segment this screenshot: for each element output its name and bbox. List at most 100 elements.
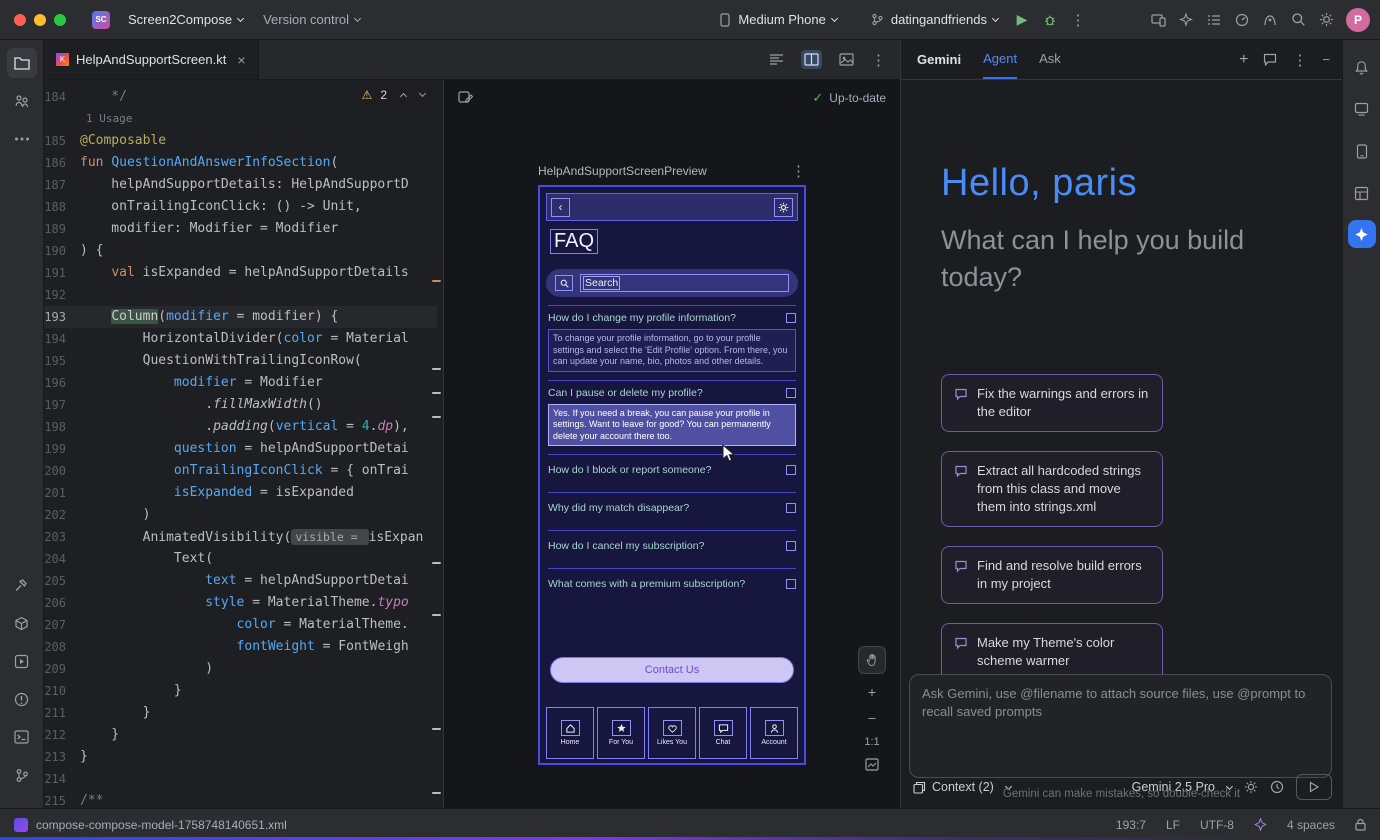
- tab-agent[interactable]: Agent: [983, 40, 1017, 79]
- faq-question-row[interactable]: How do I block or report someone?: [548, 461, 796, 479]
- nav-item-account[interactable]: Account: [750, 707, 798, 759]
- code-line[interactable]: 194 HorizontalDivider(color = Material: [44, 328, 437, 350]
- design-view-button[interactable]: [836, 50, 857, 69]
- settings-gear-icon[interactable]: [774, 198, 793, 217]
- code-line[interactable]: 188 onTrailingIconClick: () -> Unit,: [44, 196, 437, 218]
- code-view-button[interactable]: [766, 50, 787, 69]
- back-icon[interactable]: ‹: [551, 198, 570, 217]
- pull-requests-tool-button[interactable]: [7, 86, 37, 116]
- code-line[interactable]: 195 QuestionWithTrailingIconRow(: [44, 350, 437, 372]
- code-line[interactable]: 191 val isExpanded = helpAndSupportDetai…: [44, 262, 437, 284]
- run-button[interactable]: ▶: [1008, 6, 1036, 34]
- search-input[interactable]: Search: [580, 274, 789, 292]
- code-line[interactable]: 201 isExpanded = isExpanded: [44, 482, 437, 504]
- minimize-window-button[interactable]: [34, 14, 46, 26]
- code-line[interactable]: 193 Column(modifier = modifier) {: [44, 306, 437, 328]
- profiler-icon[interactable]: [1228, 6, 1256, 34]
- nav-item-chat[interactable]: Chat: [699, 707, 747, 759]
- preview-options-kebab[interactable]: ⋮: [791, 162, 806, 180]
- layout-inspector-icon[interactable]: [1347, 178, 1377, 208]
- expand-icon[interactable]: [786, 313, 796, 323]
- zoom-to-fit-button[interactable]: [865, 758, 879, 771]
- code-line[interactable]: 215/**: [44, 790, 437, 808]
- split-view-button[interactable]: [801, 50, 822, 69]
- debug-button[interactable]: [1036, 6, 1064, 34]
- code-line[interactable]: 198 .padding(vertical = 4.dp),: [44, 416, 437, 438]
- faq-question-row[interactable]: Why did my match disappear?: [548, 499, 796, 517]
- code-line[interactable]: 187 helpAndSupportDetails: HelpAndSuppor…: [44, 174, 437, 196]
- tab-ask[interactable]: Ask: [1039, 40, 1061, 79]
- line-separator[interactable]: LF: [1166, 818, 1180, 832]
- close-tab-icon[interactable]: ×: [237, 52, 245, 68]
- code-editor[interactable]: ⚠ 2 184 */1 Usage185@Composable186fun Qu…: [44, 80, 443, 808]
- gemini-input-box[interactable]: Ask Gemini, use @filename to attach sour…: [909, 674, 1332, 778]
- faq-question-row[interactable]: How do I change my profile information?: [548, 309, 796, 327]
- app-insights-icon[interactable]: [1256, 6, 1284, 34]
- code-line[interactable]: 189 modifier: Modifier = Modifier: [44, 218, 437, 240]
- inspections-widget[interactable]: ⚠ 2: [356, 86, 431, 104]
- indent-config[interactable]: 4 spaces: [1287, 818, 1335, 832]
- nav-item-likes-you[interactable]: Likes You: [648, 707, 696, 759]
- faq-question-row[interactable]: Can I pause or delete my profile?: [548, 384, 796, 402]
- code-line[interactable]: 199 question = helpAndSupportDetai: [44, 438, 437, 460]
- ui-check-icon[interactable]: [458, 91, 473, 106]
- device-mirroring-icon[interactable]: [1144, 6, 1172, 34]
- code-line[interactable]: 206 style = MaterialTheme.typo: [44, 592, 437, 614]
- code-line[interactable]: 211 }: [44, 702, 437, 724]
- status-file[interactable]: compose-compose-model-1758748140651.xml: [14, 818, 287, 832]
- suggestion-card[interactable]: Make my Theme's color scheme warmer: [941, 623, 1163, 681]
- gemini-options-kebab[interactable]: ⋮: [1292, 51, 1307, 69]
- version-control-menu[interactable]: Version control: [253, 6, 370, 34]
- ai-status-icon[interactable]: [1254, 818, 1267, 831]
- suggestion-card[interactable]: Find and resolve build errors in my proj…: [941, 546, 1163, 604]
- search-bar[interactable]: Search: [546, 269, 798, 297]
- project-tool-button[interactable]: [7, 48, 37, 78]
- suggestion-card[interactable]: Fix the warnings and errors in the edito…: [941, 374, 1163, 432]
- code-line[interactable]: 185@Composable: [44, 130, 437, 152]
- code-line[interactable]: 204 Text(: [44, 548, 437, 570]
- avatar[interactable]: P: [1346, 8, 1370, 32]
- suggestion-card[interactable]: Extract all hardcoded strings from this …: [941, 451, 1163, 527]
- expand-icon[interactable]: [786, 388, 796, 398]
- code-line[interactable]: 213}: [44, 746, 437, 768]
- project-menu[interactable]: Screen2Compose: [118, 6, 253, 34]
- faq-question-row[interactable]: How do I cancel my subscription?: [548, 537, 796, 555]
- git-tool-button[interactable]: [7, 760, 37, 790]
- code-line[interactable]: 208 fontWeight = FontWeigh: [44, 636, 437, 658]
- zoom-in-button[interactable]: +: [868, 684, 876, 700]
- settings-icon[interactable]: [1312, 6, 1340, 34]
- code-line[interactable]: 202 ): [44, 504, 437, 526]
- problems-tool-button[interactable]: [7, 684, 37, 714]
- expand-icon[interactable]: [786, 465, 796, 475]
- zoom-ratio-button[interactable]: 1:1: [864, 736, 879, 748]
- code-line[interactable]: 200 onTrailingIconClick = { onTrai: [44, 460, 437, 482]
- phone-preview[interactable]: ‹ FAQ Search How do I change my profile …: [538, 185, 806, 765]
- code-line[interactable]: 210 }: [44, 680, 437, 702]
- code-line[interactable]: 203 AnimatedVisibility(visible = isExpan: [44, 526, 437, 548]
- code-line[interactable]: 186fun QuestionAndAnswerInfoSection(: [44, 152, 437, 174]
- code-line[interactable]: 192: [44, 284, 437, 306]
- ai-chats-icon[interactable]: [1347, 94, 1377, 124]
- preview-sync-status[interactable]: ✓ Up-to-date: [812, 90, 886, 106]
- conversations-icon[interactable]: [1263, 53, 1277, 66]
- code-line[interactable]: 1 Usage: [44, 108, 437, 130]
- lock-icon[interactable]: [1355, 818, 1366, 831]
- ai-actions-icon[interactable]: [1172, 6, 1200, 34]
- terminal-tool-button[interactable]: [7, 722, 37, 752]
- previous-warning-icon[interactable]: [400, 93, 407, 100]
- zoom-window-button[interactable]: [54, 14, 66, 26]
- run-options-kebab[interactable]: ⋮: [1064, 6, 1092, 34]
- code-line[interactable]: 196 modifier = Modifier: [44, 372, 437, 394]
- more-tools-button[interactable]: [7, 124, 37, 154]
- faq-question-row[interactable]: What comes with a premium subscription?: [548, 575, 796, 593]
- search-icon[interactable]: [1284, 6, 1312, 34]
- build-tool-button[interactable]: [7, 570, 37, 600]
- hide-panel-button[interactable]: −: [1322, 52, 1330, 67]
- caret-position[interactable]: 193:7: [1116, 818, 1146, 832]
- expand-icon[interactable]: [786, 541, 796, 551]
- code-line[interactable]: 214: [44, 768, 437, 790]
- dependencies-tool-button[interactable]: [7, 608, 37, 638]
- code-line[interactable]: 212 }: [44, 724, 437, 746]
- running-devices-tool-button[interactable]: [7, 646, 37, 676]
- code-line[interactable]: 197 .fillMaxWidth(): [44, 394, 437, 416]
